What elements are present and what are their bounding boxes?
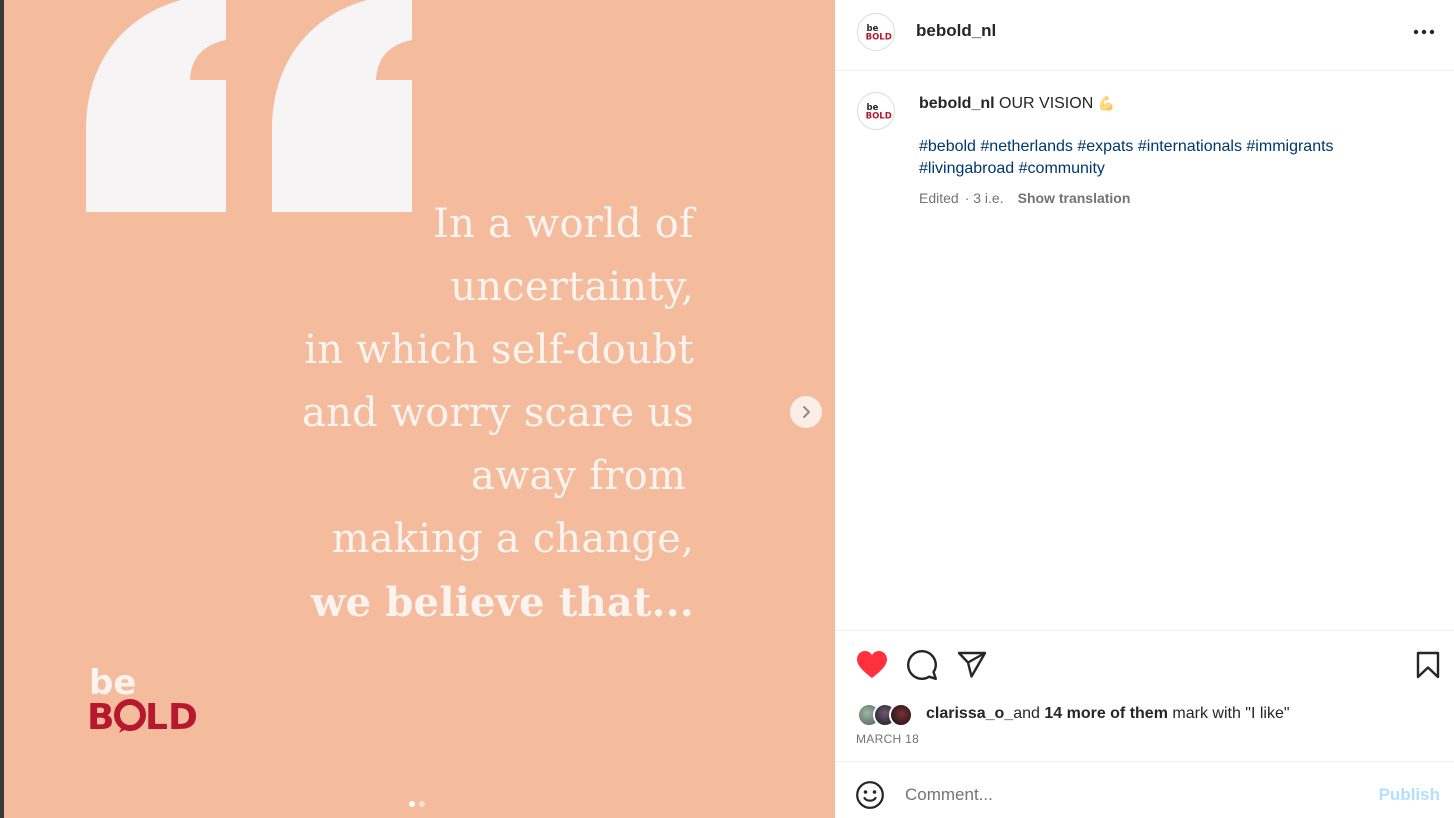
hashtag-link[interactable]: #immigrants [1246,138,1333,155]
likes-count-link[interactable]: 14 more of them [1044,705,1168,722]
hashtag-link[interactable]: #internationals [1138,138,1242,155]
paper-plane-icon [957,651,987,678]
comment-bar: Publish [835,761,1454,818]
comment-input[interactable] [905,780,1365,810]
bebold-avatar-logo: be BOLD [866,103,892,122]
save-button[interactable] [1411,648,1445,682]
quote-line: making a change, [331,516,694,562]
quote-line: and worry scare us [302,390,694,436]
likes-and: and [1013,705,1040,722]
likes-summary: clarissa_o_and 14 more of them mark with… [926,705,1290,723]
flexed-biceps-emoji: 💪 [1097,95,1116,111]
avatar[interactable]: be BOLD [857,13,895,51]
quote-line: in which self-doubt [304,327,694,373]
hashtag-list: #bebold #netherlands #expats #internatio… [919,136,1419,180]
liker-avatar [889,703,913,727]
svg-text:BOLD: BOLD [866,33,892,43]
time-ago[interactable]: · 3 i.e. [965,190,1004,206]
bebold-avatar-logo: be BOLD [866,24,892,43]
speech-bubble-icon [907,650,937,680]
post-sidebar: be BOLD bebold_nl be BOLD bebold_nl OUR … [835,0,1454,818]
hashtag-link[interactable]: #netherlands [980,138,1073,155]
quote-line: away from [471,453,686,499]
svg-text:BOLD: BOLD [866,112,892,122]
post-date[interactable]: MARCH 18 [856,732,919,746]
next-slide-button[interactable] [790,396,822,428]
svg-text:LD: LD [145,697,198,733]
quote-line: uncertainty, [450,264,694,310]
post-media: In a world of uncertainty, in which self… [4,0,835,818]
quote-line: In a world of [433,201,694,247]
slide-indicator [409,801,425,807]
hashtag-link[interactable]: #livingabroad [919,160,1014,177]
bebold-logo: be B LD [87,663,198,733]
caption-username[interactable]: bebold_nl [919,95,995,112]
likes-suffix: mark with "I like" [1172,705,1290,722]
caption-avatar[interactable]: be BOLD [857,92,895,130]
edited-label: Edited [919,190,959,206]
header-username[interactable]: bebold_nl [916,21,996,41]
post-header: be BOLD bebold_nl [835,0,1454,71]
caption-meta: Edited · 3 i.e. Show translation [919,190,1130,206]
show-translation-button[interactable]: Show translation [1018,190,1131,206]
ellipsis-icon[interactable] [1409,22,1439,42]
chevron-right-icon [803,406,810,418]
caption: bebold_nl OUR VISION 💪 [919,92,1439,115]
smiley-icon[interactable] [855,780,885,810]
hashtag-link[interactable]: #community [1019,160,1105,177]
heart-filled-icon [857,651,887,678]
caption-title: OUR VISION [999,95,1094,112]
hashtag-link[interactable]: #expats [1077,138,1133,155]
hashtag-link[interactable]: #bebold [919,138,976,155]
quote-mark-icon [86,0,412,212]
quote-bold-line: we believe that... [310,579,694,626]
publish-button[interactable]: Publish [1379,785,1440,805]
comment-button[interactable] [905,648,939,682]
liker-avatars[interactable] [857,703,913,727]
bookmark-icon [1416,651,1440,679]
like-button[interactable] [855,648,889,682]
slide-dot-active [409,801,415,807]
slide-dot [419,801,425,807]
first-liker[interactable]: clarissa_o_ [926,705,1013,722]
quote-text: In a world of uncertainty, in which self… [174,193,694,634]
svg-text:B: B [87,697,115,733]
actions-bar: clarissa_o_and 14 more of them mark with… [835,630,1454,761]
share-button[interactable] [955,648,989,682]
